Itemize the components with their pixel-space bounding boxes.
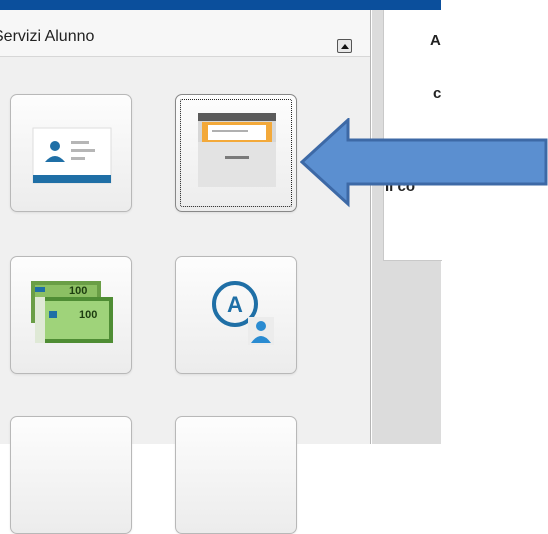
tile-anagrafica[interactable] (10, 94, 132, 212)
tile-partial-2[interactable] (175, 416, 297, 534)
banknote-amount-front: 100 (79, 309, 97, 321)
panel-title: Servizi Alunno (0, 28, 95, 45)
user-at-badge-icon: A (212, 281, 274, 345)
tile-pagamenti[interactable]: 100 100 (10, 256, 132, 374)
banknotes-icon: 100 100 (31, 281, 113, 343)
banknote-amount-back: 100 (69, 285, 87, 297)
file-drawer-icon (198, 113, 276, 187)
right-text-line-2: c (433, 85, 442, 102)
panel-divider (370, 10, 371, 444)
collapse-arrow-icon (341, 44, 349, 49)
badge-letter: A (227, 292, 243, 317)
window-top-bar (0, 0, 441, 10)
tile-documenti[interactable] (175, 94, 297, 212)
right-text-line-1: A (430, 32, 441, 49)
collapse-button[interactable] (337, 39, 352, 53)
tile-partial-1[interactable] (10, 416, 132, 534)
tile-area-utente[interactable]: A (175, 256, 297, 374)
panel-header: Servizi Alunno (0, 10, 370, 57)
pointer-arrow-icon (300, 118, 548, 208)
student-id-card-icon (32, 127, 112, 184)
splitter[interactable] (372, 10, 380, 444)
